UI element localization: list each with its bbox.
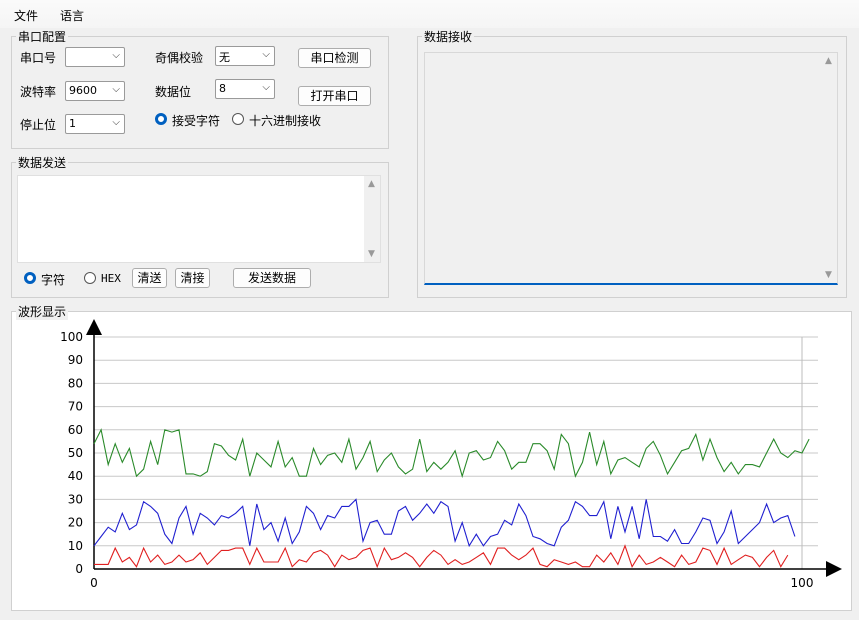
y-tick-label: 50 — [68, 446, 83, 460]
x-tick-label: 100 — [791, 576, 814, 590]
y-tick-label: 90 — [68, 353, 83, 367]
y-tick-label: 100 — [60, 330, 83, 344]
y-tick-label: 80 — [68, 376, 83, 390]
waveform-chart: 0 10 20 30 40 50 60 70 80 90 100 0 100 — [60, 319, 842, 590]
y-tick-label: 20 — [68, 516, 83, 530]
y-tick-label: 40 — [68, 469, 83, 483]
y-axis-arrow-icon — [86, 319, 102, 335]
y-tick-label: 30 — [68, 492, 83, 506]
x-tick-label: 0 — [90, 576, 98, 590]
y-tick-label: 70 — [68, 400, 83, 414]
y-tick-label: 10 — [68, 539, 83, 553]
x-axis-arrow-icon — [826, 561, 842, 577]
y-tick-label: 0 — [75, 562, 83, 576]
y-tick-label: 60 — [68, 423, 83, 437]
series-line-3 — [94, 544, 789, 569]
